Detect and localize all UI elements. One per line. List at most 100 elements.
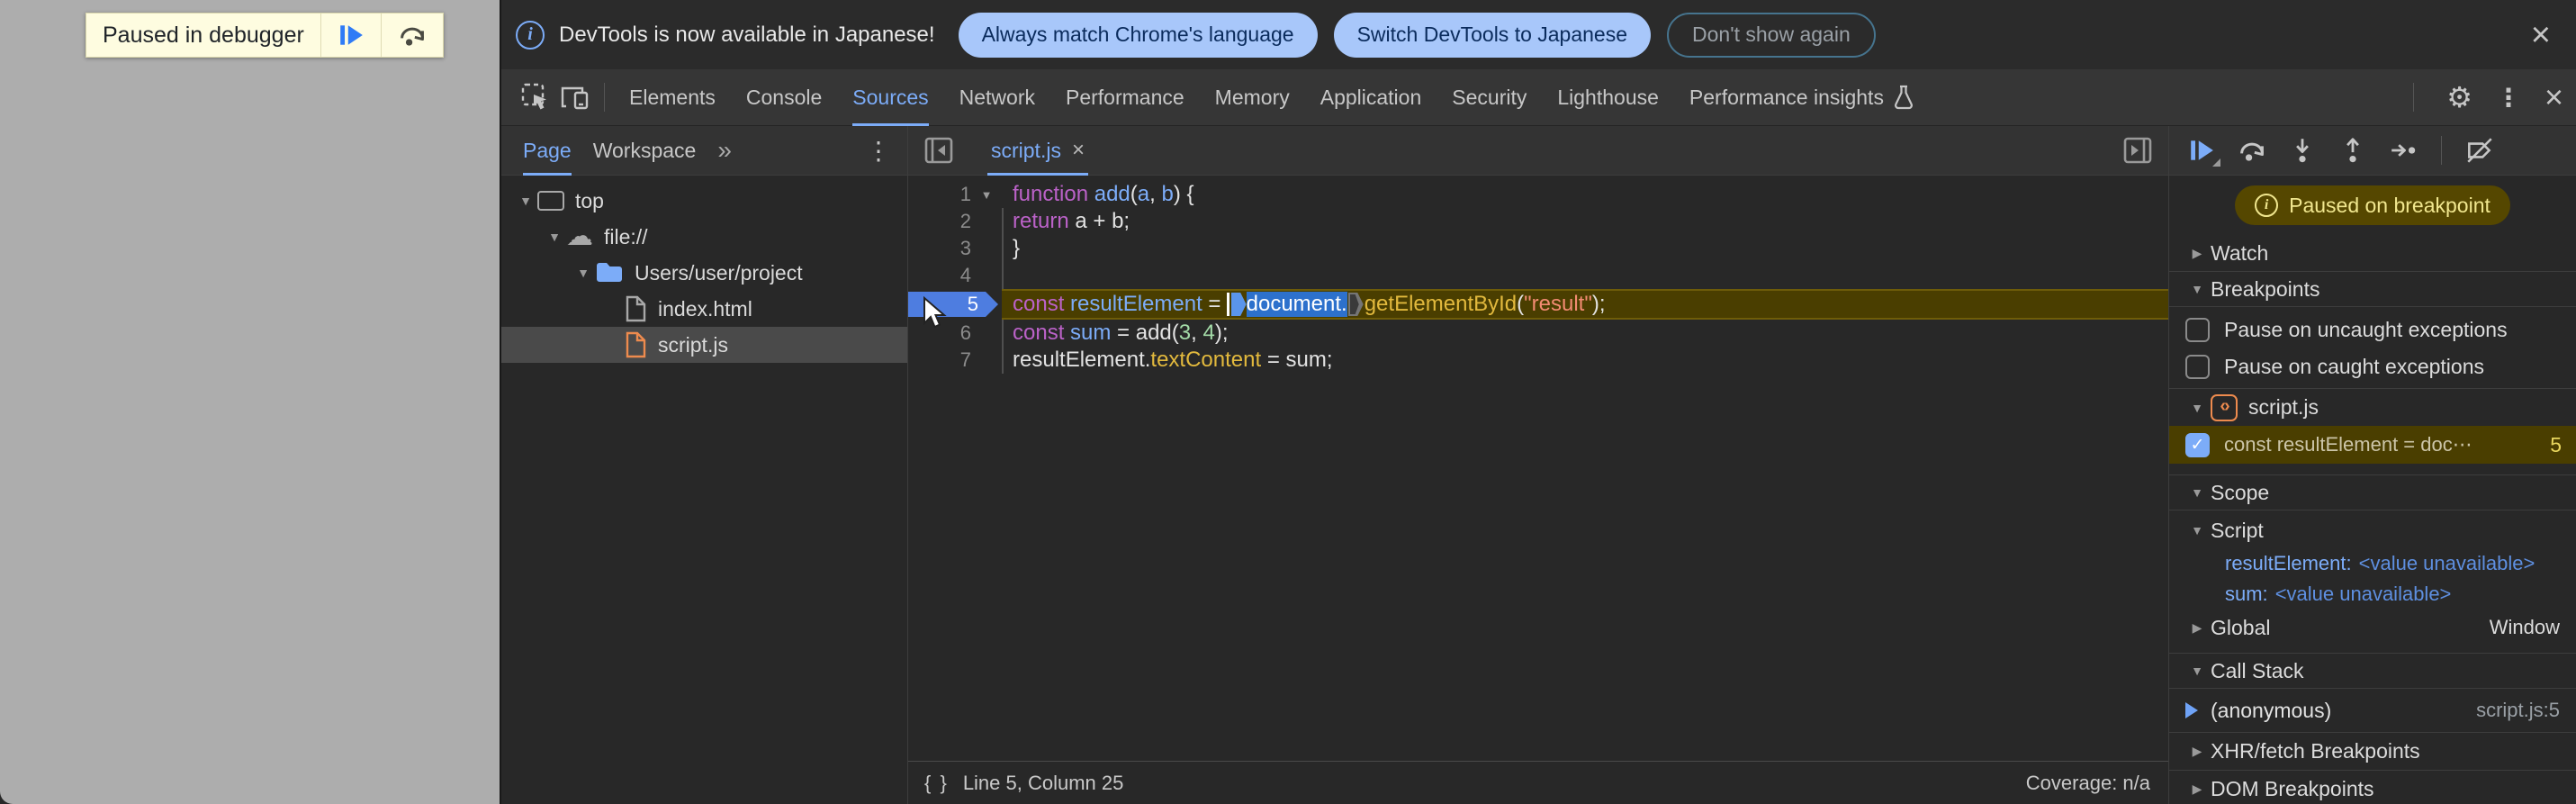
frame-location: script.js:5	[2476, 699, 2560, 721]
tree-item-file-origin[interactable]: ▼ ☁ file://	[501, 219, 907, 255]
scope-group-title: Script	[2211, 518, 2264, 542]
always-match-language-button[interactable]: Always match Chrome's language	[958, 12, 1318, 58]
section-xhr-breakpoints[interactable]: ▶ XHR/fetch Breakpoints	[2169, 732, 2576, 770]
expand-arrow-icon[interactable]: ▶	[2184, 781, 2211, 797]
file-icon	[624, 295, 647, 322]
pause-caught-exceptions-row[interactable]: Pause on caught exceptions	[2169, 348, 2576, 384]
checkbox-unchecked[interactable]	[2185, 317, 2210, 342]
tree-label: script.js	[658, 332, 728, 357]
line-number[interactable]: 6	[917, 321, 971, 345]
scope-script-group[interactable]: ▼ Script	[2169, 512, 2576, 548]
collapse-arrow-icon[interactable]: ▼	[2184, 485, 2211, 500]
step-into-icon[interactable]	[2281, 131, 2324, 170]
tree-item-script-js[interactable]: script.js	[501, 327, 907, 363]
editor-tab-close-icon[interactable]: ×	[1072, 138, 1085, 163]
tree-label: file://	[604, 224, 648, 248]
code-token: );	[1591, 292, 1606, 316]
collapse-arrow-icon[interactable]: ▼	[2184, 523, 2211, 538]
breakpoint-file-group[interactable]: ▼ ‹› script.js	[2169, 388, 2576, 426]
section-breakpoints[interactable]: ▼ Breakpoints	[2169, 271, 2576, 307]
section-scope[interactable]: ▼ Scope	[2169, 474, 2576, 510]
line-number[interactable]: 3	[917, 237, 971, 260]
tab-performance-insights[interactable]: Performance insights	[1689, 69, 1914, 126]
tree-item-top[interactable]: ▼ top	[501, 183, 907, 219]
text-caret	[1227, 293, 1229, 316]
variable-value: <value unavailable>	[2274, 583, 2452, 605]
tab-sources[interactable]: Sources	[852, 69, 929, 126]
devtools-close-icon[interactable]: ×	[2544, 78, 2563, 116]
pause-uncaught-exceptions-row[interactable]: Pause on uncaught exceptions	[2169, 311, 2576, 348]
device-toolbar-icon[interactable]	[555, 77, 595, 117]
inspect-element-icon[interactable]	[516, 77, 555, 117]
navigator-tab-page[interactable]: Page	[523, 126, 572, 176]
code-line-7: 7 resultElement. textContent = sum;	[908, 347, 2168, 374]
dont-show-again-button[interactable]: Don't show again	[1667, 12, 1876, 58]
navigator-tab-workspace[interactable]: Workspace	[593, 126, 697, 176]
code-line-6: 6 const sum = add(3, 4);	[908, 320, 2168, 347]
collapse-navigator-icon[interactable]	[923, 135, 955, 166]
step-icon[interactable]	[2382, 131, 2425, 170]
notification-bar: i DevTools is now available in Japanese!…	[501, 0, 2576, 69]
inline-breakpoint-marker-icon[interactable]	[1230, 293, 1247, 316]
inline-breakpoint-marker-icon[interactable]	[1347, 293, 1364, 316]
expand-arrow-icon[interactable]: ▶	[2184, 744, 2211, 759]
expand-arrow-icon[interactable]: ▼	[572, 266, 595, 280]
banner-step-over-button[interactable]	[380, 14, 443, 57]
tab-performance[interactable]: Performance	[1066, 69, 1184, 126]
breakpoint-entry-row[interactable]: ✓ const resultElement = doc⋯ 5	[2169, 426, 2576, 464]
section-watch[interactable]: ▶ Watch	[2169, 235, 2576, 271]
banner-resume-button[interactable]	[320, 14, 381, 57]
tab-application[interactable]: Application	[1320, 69, 1422, 126]
expand-arrow-icon[interactable]: ▶	[2184, 620, 2211, 636]
notification-close-icon[interactable]: ×	[2531, 18, 2551, 52]
switch-to-japanese-button[interactable]: Switch DevTools to Japanese	[1333, 12, 1652, 58]
checkbox-checked[interactable]: ✓	[2185, 432, 2210, 457]
pretty-print-icon[interactable]: { }	[924, 772, 949, 795]
breakpoint-execution-flag[interactable]: 5	[908, 292, 998, 317]
section-dom-breakpoints[interactable]: ▶ DOM Breakpoints	[2169, 770, 2576, 804]
scope-variable-row[interactable]: resultElement: <value unavailable>	[2169, 548, 2576, 579]
expand-arrow-icon[interactable]: ▶	[2184, 246, 2211, 261]
deactivate-breakpoints-icon[interactable]	[2458, 131, 2501, 170]
line-number[interactable]: 1	[917, 183, 971, 206]
tree-item-project-folder[interactable]: ▼ Users/user/project	[501, 255, 907, 291]
navigator-kebab-icon[interactable]: ⋮	[866, 136, 891, 166]
tab-console[interactable]: Console	[746, 69, 822, 126]
tab-elements[interactable]: Elements	[629, 69, 716, 126]
editor-tab-script-js[interactable]: script.js ×	[987, 126, 1088, 176]
settings-gear-icon[interactable]: ⚙	[2446, 80, 2472, 114]
expand-arrow-icon[interactable]: ▼	[543, 230, 566, 244]
line-number[interactable]: 2	[917, 210, 971, 233]
scope-global-group[interactable]: ▶ Global Window	[2169, 610, 2576, 646]
step-over-icon[interactable]	[2230, 131, 2274, 170]
tab-network[interactable]: Network	[959, 69, 1035, 126]
expand-arrow-icon[interactable]: ▼	[514, 194, 537, 208]
resume-script-icon[interactable]	[2180, 131, 2223, 170]
line-number[interactable]: 7	[917, 348, 971, 372]
file-tree: ▼ top ▼ ☁ file:// ▼ Users/user/project i…	[501, 176, 907, 363]
frame-name: (anonymous)	[2211, 698, 2332, 722]
checkbox-unchecked[interactable]	[2185, 354, 2210, 379]
tab-memory[interactable]: Memory	[1215, 69, 1290, 126]
collapse-debugger-icon[interactable]	[2121, 135, 2154, 166]
collapse-arrow-icon[interactable]: ▼	[2184, 401, 2211, 415]
code-token: getElementById	[1364, 292, 1518, 316]
collapse-arrow-icon[interactable]: ▼	[2184, 282, 2211, 296]
code-token: resultElement.	[1013, 348, 1151, 372]
more-tabs-chevron-icon[interactable]: »	[717, 136, 732, 165]
fold-arrow-icon[interactable]: ▼	[971, 188, 1002, 202]
call-stack-frame-row[interactable]: (anonymous) script.js:5	[2169, 689, 2576, 732]
more-options-kebab-icon[interactable]: ⋮	[2496, 83, 2521, 113]
breakpoint-entry-label: const resultElement = doc⋯	[2224, 433, 2472, 456]
devtools-window: i DevTools is now available in Japanese!…	[500, 0, 2576, 804]
step-out-icon[interactable]	[2331, 131, 2374, 170]
tab-security[interactable]: Security	[1452, 69, 1527, 126]
debugger-toolbar-separator	[2441, 136, 2442, 165]
section-call-stack[interactable]: ▼ Call Stack	[2169, 653, 2576, 689]
scope-variable-row[interactable]: sum: <value unavailable>	[2169, 579, 2576, 610]
code-view[interactable]: 1 ▼ function add(a, b) { 2 return a + b; …	[908, 176, 2168, 761]
tab-lighthouse[interactable]: Lighthouse	[1557, 69, 1659, 126]
collapse-arrow-icon[interactable]: ▼	[2184, 664, 2211, 678]
line-number[interactable]: 4	[917, 264, 971, 287]
tree-item-index-html[interactable]: index.html	[501, 291, 907, 327]
